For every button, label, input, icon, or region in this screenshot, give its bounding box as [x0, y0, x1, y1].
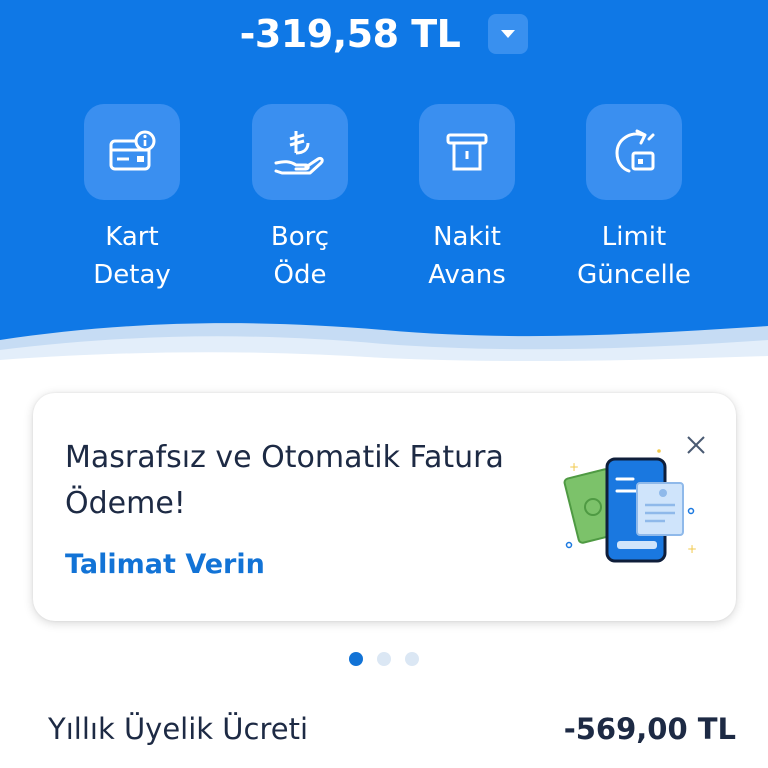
update-limit-label: Limit Güncelle — [577, 222, 691, 290]
lira-hand-icon — [274, 131, 324, 175]
carousel-pagination — [0, 652, 768, 666]
update-limit-action[interactable]: Limit Güncelle — [564, 104, 704, 294]
cash-advance-tile[interactable] — [419, 104, 515, 200]
balance-dropdown-button[interactable] — [488, 14, 529, 54]
pay-debt-label: Borç Öde — [270, 222, 330, 290]
card-detail-label: Kart Detay — [93, 222, 171, 290]
annual-fee-label: Yıllık Üyelik Ücreti — [48, 712, 309, 746]
card-info-icon — [109, 130, 156, 171]
chevron-down-icon — [501, 30, 516, 38]
svg-text:+: + — [569, 460, 579, 474]
svg-text:+: + — [687, 542, 697, 556]
pay-debt-action[interactable]: Borç Öde — [230, 104, 370, 294]
account-header: -319,58 TL Kart Detay Borç Öde Nakit Ava… — [0, 0, 768, 368]
cash-advance-action[interactable]: Nakit Avans — [397, 104, 537, 294]
promo-title: Masrafsız ve Otomatik Fatura Ödeme! — [65, 440, 504, 521]
limit-refresh-icon — [615, 129, 655, 173]
carousel-dot-active[interactable] — [349, 652, 363, 666]
annual-fee-row[interactable]: Yıllık Üyelik Ücreti -569,00 TL — [48, 712, 736, 746]
card-detail-tile[interactable] — [84, 104, 180, 200]
header-wave — [0, 323, 768, 368]
annual-fee-amount: -569,00 TL — [563, 712, 736, 746]
promo-card[interactable]: Masrafsız ve Otomatik Fatura Ödeme! Tali… — [33, 393, 736, 621]
phone-bill-payment-illustration: + + — [563, 449, 697, 563]
cash-advance-label: Nakit Avans — [428, 222, 506, 290]
quick-actions: Kart Detay Borç Öde Nakit Avans Limit Gü… — [0, 104, 768, 304]
carousel-dot[interactable] — [405, 652, 419, 666]
pay-debt-tile[interactable] — [252, 104, 348, 200]
update-limit-tile[interactable] — [586, 104, 682, 200]
card-detail-action[interactable]: Kart Detay — [62, 104, 202, 294]
give-instruction-link[interactable]: Talimat Verin — [65, 549, 265, 580]
carousel-dot[interactable] — [377, 652, 391, 666]
card-balance: -319,58 TL — [239, 12, 461, 56]
atm-withdraw-icon — [446, 133, 488, 171]
